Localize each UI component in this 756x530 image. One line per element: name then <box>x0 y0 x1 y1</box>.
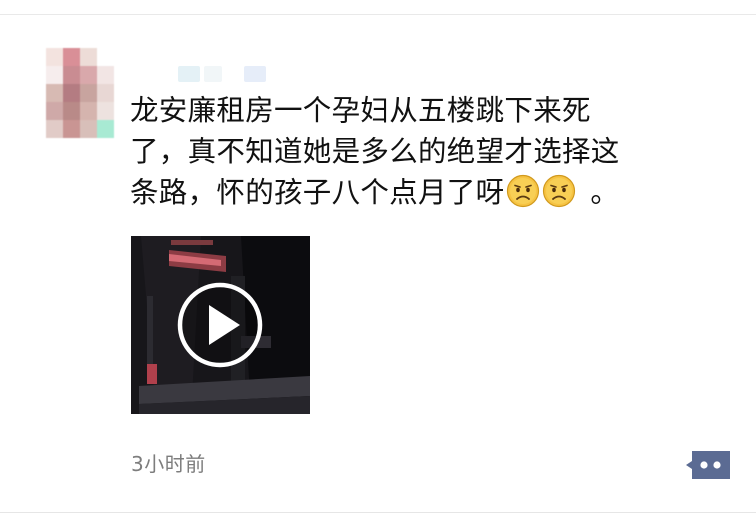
comment-button[interactable] <box>686 449 732 481</box>
sad-face-icon <box>507 174 540 208</box>
avatar[interactable] <box>46 48 114 138</box>
sad-face-icon <box>543 174 576 208</box>
post-text-period: 。 <box>590 176 620 209</box>
post-text-line-1: 龙安廉租房一个孕妇从五楼跳下来死 <box>130 94 591 127</box>
post-text-line-3: 条路，怀的孩子八个点月了呀 。 <box>130 172 690 213</box>
top-divider <box>0 14 756 15</box>
post-text-line-3-text: 条路，怀的孩子八个点月了呀 <box>130 176 505 209</box>
video-thumbnail[interactable] <box>131 236 310 414</box>
post-text: 龙安廉租房一个孕妇从五楼跳下来死 了，真不知道她是多么的绝望才选择这 条路，怀的… <box>130 90 690 213</box>
bottom-divider <box>0 512 756 513</box>
post-text-line-2: 了，真不知道她是多么的绝望才选择这 <box>130 135 620 168</box>
post-timestamp: 3小时前 <box>131 452 206 476</box>
username-blurred[interactable] <box>178 66 274 82</box>
